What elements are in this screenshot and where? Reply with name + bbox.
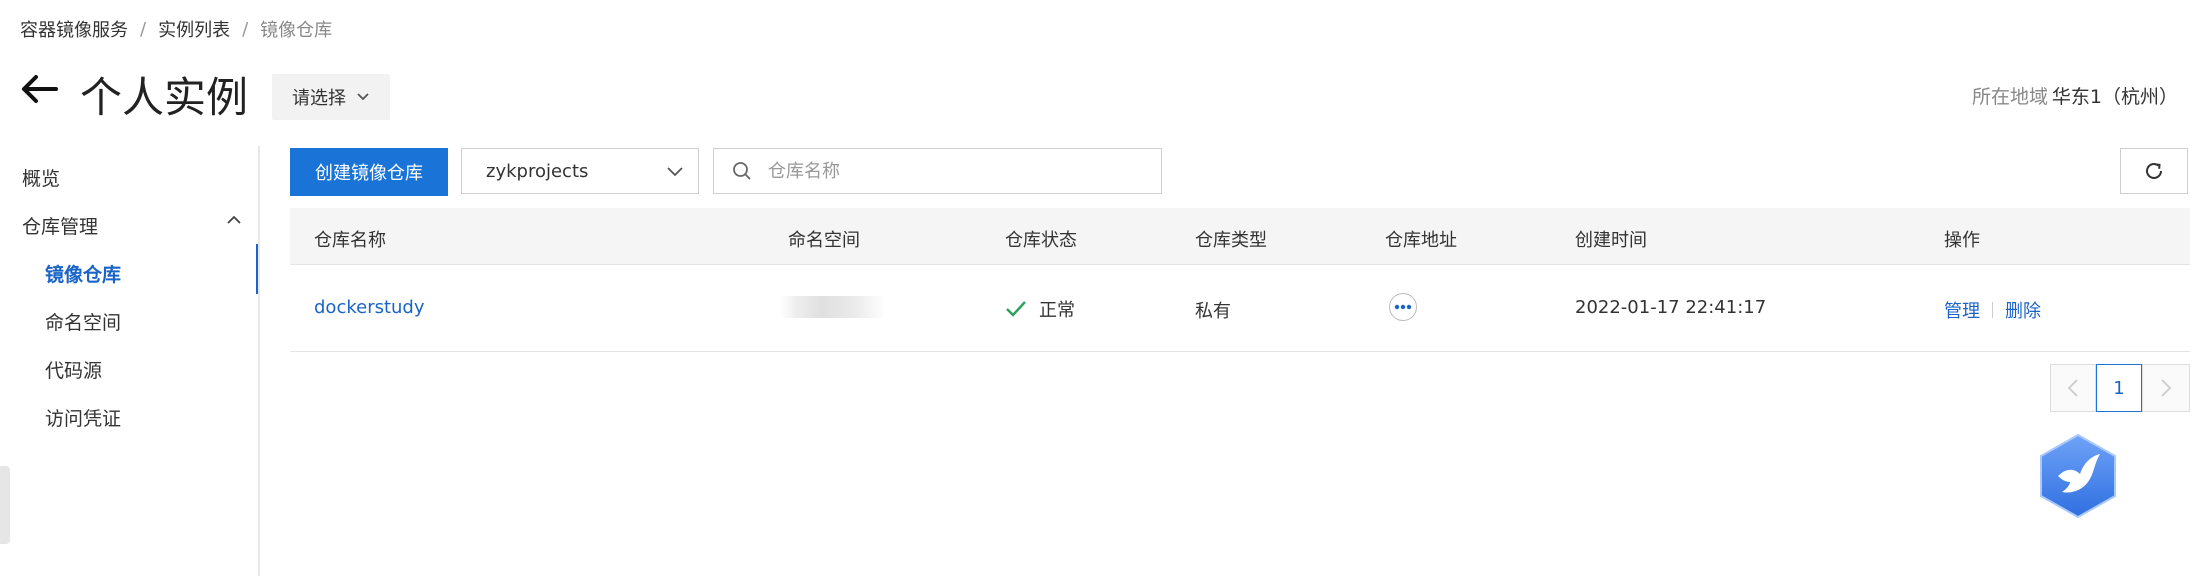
action-divider xyxy=(1992,302,1993,318)
chevron-up-icon[interactable] xyxy=(226,212,242,228)
page-title: 个人实例 xyxy=(80,73,249,122)
more-icon[interactable] xyxy=(1389,293,1417,321)
namespace-select[interactable]: zykprojects xyxy=(461,148,699,194)
chevron-right-icon xyxy=(2161,379,2172,397)
breadcrumb-item-service[interactable]: 容器镜像服务 xyxy=(20,16,128,42)
namespace-redacted xyxy=(780,296,886,318)
search-input[interactable] xyxy=(766,159,1150,183)
status-text: 正常 xyxy=(1039,300,1075,321)
sidebar-item-overview[interactable]: 概览 xyxy=(22,164,60,191)
sidebar-item-namespace[interactable]: 命名空间 xyxy=(45,308,121,335)
back-arrow-icon[interactable] xyxy=(18,68,60,110)
instance-select-label: 请选择 xyxy=(292,88,346,109)
breadcrumb: 容器镜像服务 / 实例列表 / 镜像仓库 xyxy=(20,16,332,42)
create-repo-button[interactable]: 创建镜像仓库 xyxy=(290,148,448,196)
column-header-repo-name: 仓库名称 xyxy=(314,230,386,251)
repo-name-link[interactable]: dockerstudy xyxy=(314,297,425,318)
sidebar-item-access-credential[interactable]: 访问凭证 xyxy=(45,404,121,431)
page-number-button[interactable]: 1 xyxy=(2096,364,2142,412)
sidebar-item-image-repo[interactable]: 镜像仓库 xyxy=(45,260,121,287)
created-time: 2022-01-17 22:41:17 xyxy=(1575,297,1767,318)
delete-link[interactable]: 删除 xyxy=(2005,297,2041,323)
prev-page-button[interactable] xyxy=(2050,364,2096,412)
table-row-divider xyxy=(290,351,2190,352)
repo-type: 私有 xyxy=(1195,301,1231,322)
column-header-actions: 操作 xyxy=(1944,230,1980,251)
check-icon xyxy=(1006,301,1026,317)
column-header-created: 创建时间 xyxy=(1575,230,1647,251)
sidebar-collapse-handle[interactable] xyxy=(0,466,10,544)
bird-assistant-icon[interactable] xyxy=(2036,432,2120,520)
column-header-address: 仓库地址 xyxy=(1385,230,1457,251)
region-label: 所在地域 xyxy=(1971,86,2048,108)
sidebar-divider xyxy=(258,146,260,576)
sidebar-item-code-source[interactable]: 代码源 xyxy=(45,356,102,383)
chevron-down-icon xyxy=(667,167,683,177)
chevron-left-icon xyxy=(2067,379,2078,397)
column-header-type: 仓库类型 xyxy=(1195,230,1267,251)
breadcrumb-separator: / xyxy=(242,18,249,40)
breadcrumb-item-current: 镜像仓库 xyxy=(260,20,333,41)
chevron-down-icon xyxy=(357,93,369,101)
sidebar-group-repo-mgmt[interactable]: 仓库管理 xyxy=(22,212,98,239)
namespace-select-value: zykprojects xyxy=(486,160,589,182)
search-icon xyxy=(733,162,751,180)
refresh-button[interactable] xyxy=(2120,148,2188,194)
refresh-icon xyxy=(2146,162,2162,179)
next-page-button[interactable] xyxy=(2142,364,2190,412)
instance-select[interactable]: 请选择 xyxy=(272,74,390,120)
breadcrumb-separator: / xyxy=(140,18,147,40)
breadcrumb-item-instance-list[interactable]: 实例列表 xyxy=(158,16,230,42)
status-cell: 正常 xyxy=(1005,296,1075,322)
manage-link[interactable]: 管理 xyxy=(1944,297,1980,323)
column-header-status: 仓库状态 xyxy=(1005,230,1077,251)
column-header-namespace: 命名空间 xyxy=(788,230,860,251)
region-value: 华东1（杭州） xyxy=(2051,86,2178,108)
search-box[interactable] xyxy=(713,148,1162,194)
row-actions: 管理 删除 xyxy=(1944,297,2041,323)
